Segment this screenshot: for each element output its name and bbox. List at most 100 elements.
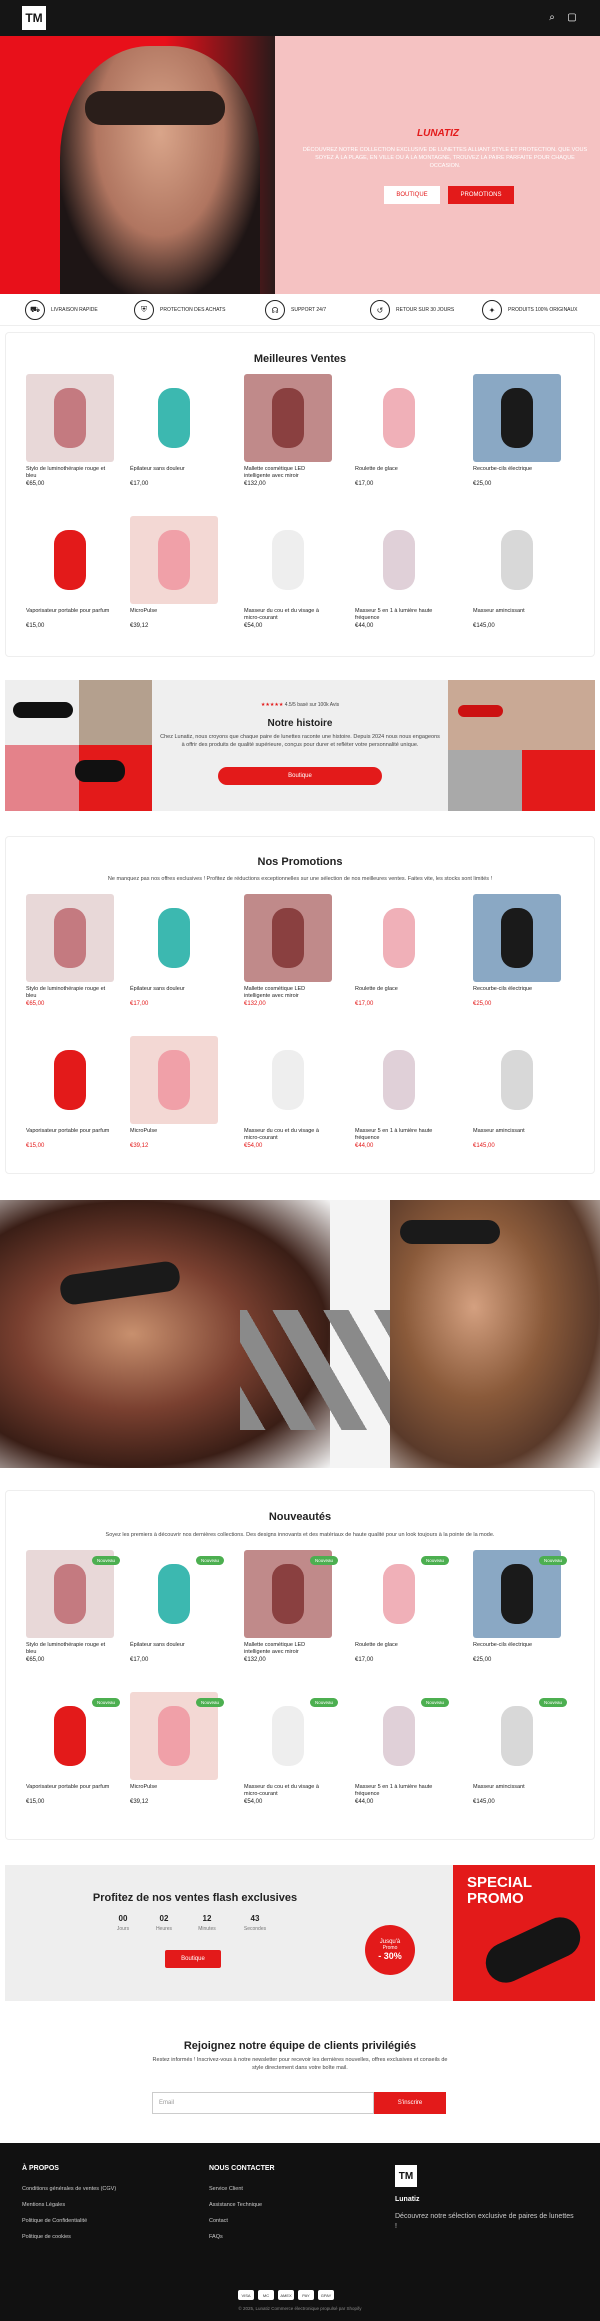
- product-image[interactable]: Nouveau: [473, 1550, 567, 1638]
- product-name[interactable]: Épilateur sans douleur: [130, 466, 218, 480]
- footer-link[interactable]: Contact: [209, 2218, 228, 2224]
- product-name[interactable]: Stylo de luminothérapie rouge et bleu: [26, 986, 114, 1000]
- product-name[interactable]: Masseur amincissant: [473, 1784, 561, 1798]
- product-image[interactable]: [244, 894, 332, 982]
- product-name[interactable]: Roulette de glace: [355, 466, 443, 480]
- product-name[interactable]: Épilateur sans douleur: [130, 1642, 218, 1656]
- product-name[interactable]: Masseur 5 en 1 à lumière haute fréquence: [355, 608, 443, 622]
- product-image[interactable]: [244, 1036, 332, 1124]
- product-card[interactable]: MicroPulse €39,12: [130, 516, 218, 629]
- product-name[interactable]: Masseur du cou et du visage à micro-cour…: [244, 1784, 332, 1798]
- cart-icon[interactable]: ▢: [566, 12, 578, 24]
- product-name[interactable]: Vaporisateur portable pour parfum: [26, 1784, 114, 1798]
- product-image[interactable]: [355, 894, 443, 982]
- product-name[interactable]: Masseur amincissant: [473, 608, 561, 622]
- product-card[interactable]: Nouveau Mallette cosmétique LED intellige…: [244, 1550, 338, 1663]
- product-name[interactable]: Roulette de glace: [355, 1642, 443, 1656]
- product-image[interactable]: [244, 374, 332, 462]
- subscribe-button[interactable]: S'inscrire: [374, 2092, 446, 2114]
- product-image[interactable]: [355, 1036, 443, 1124]
- product-name[interactable]: MicroPulse: [130, 1128, 218, 1142]
- product-name[interactable]: Masseur amincissant: [473, 1128, 561, 1142]
- product-name[interactable]: Mallette cosmétique LED intelligente ave…: [244, 1642, 332, 1656]
- product-image[interactable]: [355, 374, 443, 462]
- product-image[interactable]: [244, 516, 332, 604]
- product-name[interactable]: Vaporisateur portable pour parfum: [26, 1128, 114, 1142]
- footer-logo[interactable]: TM: [395, 2165, 417, 2187]
- product-card[interactable]: Épilateur sans douleur €17,00: [130, 374, 218, 487]
- product-name[interactable]: Masseur du cou et du visage à micro-cour…: [244, 1128, 332, 1142]
- search-icon[interactable]: ⌕: [546, 12, 558, 24]
- hero-promotions-button[interactable]: PROMOTIONS: [448, 186, 514, 204]
- footer-link[interactable]: Conditions générales de ventes (CGV): [22, 2186, 116, 2192]
- product-name[interactable]: Stylo de luminothérapie rouge et bleu: [26, 466, 114, 480]
- product-name[interactable]: Épilateur sans douleur: [130, 986, 218, 1000]
- product-image[interactable]: [473, 516, 561, 604]
- product-card[interactable]: Nouveau MicroPulse €39,12: [130, 1692, 224, 1805]
- footer-link[interactable]: Mentions Légales: [22, 2202, 65, 2208]
- product-image[interactable]: Nouveau: [26, 1550, 120, 1638]
- footer-link[interactable]: Politique de cookies: [22, 2234, 71, 2240]
- footer-link[interactable]: Service Client: [209, 2186, 243, 2192]
- product-card[interactable]: Nouveau Stylo de luminothérapie rouge et …: [26, 1550, 120, 1663]
- product-image[interactable]: Nouveau: [26, 1692, 120, 1780]
- product-card[interactable]: Recourbe-cils électrique €25,00: [473, 374, 561, 487]
- product-image[interactable]: [26, 894, 114, 982]
- product-name[interactable]: Recourbe-cils électrique: [473, 986, 561, 1000]
- product-image[interactable]: Nouveau: [130, 1692, 224, 1780]
- product-card[interactable]: Mallette cosmétique LED intelligente ave…: [244, 374, 332, 487]
- product-image[interactable]: [130, 894, 218, 982]
- product-card[interactable]: Nouveau Épilateur sans douleur €17,00: [130, 1550, 224, 1663]
- product-name[interactable]: Recourbe-cils électrique: [473, 1642, 561, 1656]
- product-image[interactable]: Nouveau: [355, 1692, 449, 1780]
- product-card[interactable]: Masseur amincissant €145,00: [473, 1036, 561, 1149]
- product-card[interactable]: Nouveau Vaporisateur portable pour parfum…: [26, 1692, 120, 1805]
- footer-link[interactable]: Politique de Confidentialité: [22, 2218, 87, 2224]
- product-card[interactable]: Masseur amincissant €145,00: [473, 516, 561, 629]
- product-card[interactable]: Nouveau Roulette de glace €17,00: [355, 1550, 449, 1663]
- product-image[interactable]: [473, 1036, 561, 1124]
- product-name[interactable]: Vaporisateur portable pour parfum: [26, 608, 114, 622]
- product-name[interactable]: Mallette cosmétique LED intelligente ave…: [244, 986, 332, 1000]
- product-image[interactable]: Nouveau: [355, 1550, 449, 1638]
- product-name[interactable]: MicroPulse: [130, 1784, 218, 1798]
- email-field[interactable]: Email: [152, 2092, 374, 2114]
- product-image[interactable]: [26, 1036, 114, 1124]
- product-card[interactable]: Masseur du cou et du visage à micro-cour…: [244, 516, 332, 629]
- product-card[interactable]: Mallette cosmétique LED intelligente ave…: [244, 894, 332, 1007]
- site-logo[interactable]: TM: [22, 6, 46, 30]
- product-image[interactable]: [473, 374, 561, 462]
- product-card[interactable]: Roulette de glace €17,00: [355, 894, 443, 1007]
- product-image[interactable]: Nouveau: [244, 1550, 338, 1638]
- product-name[interactable]: Masseur 5 en 1 à lumière haute fréquence: [355, 1128, 443, 1142]
- footer-link[interactable]: FAQs: [209, 2234, 223, 2240]
- product-name[interactable]: Mallette cosmétique LED intelligente ave…: [244, 466, 332, 480]
- product-card[interactable]: Masseur 5 en 1 à lumière haute fréquence…: [355, 1036, 443, 1149]
- product-name[interactable]: MicroPulse: [130, 608, 218, 622]
- flash-boutique-button[interactable]: Boutique: [165, 1950, 221, 1968]
- product-image[interactable]: [26, 516, 114, 604]
- product-card[interactable]: Nouveau Masseur amincissant €145,00: [473, 1692, 567, 1805]
- product-image[interactable]: [355, 516, 443, 604]
- product-card[interactable]: Stylo de luminothérapie rouge et bleu €65…: [26, 894, 114, 1007]
- product-image[interactable]: [473, 894, 561, 982]
- product-card[interactable]: Vaporisateur portable pour parfum €15,00: [26, 1036, 114, 1149]
- product-image[interactable]: Nouveau: [244, 1692, 338, 1780]
- product-card[interactable]: Roulette de glace €17,00: [355, 374, 443, 487]
- product-card[interactable]: Masseur du cou et du visage à micro-cour…: [244, 1036, 332, 1149]
- product-card[interactable]: Nouveau Masseur 5 en 1 à lumière haute fr…: [355, 1692, 449, 1805]
- product-name[interactable]: Masseur du cou et du visage à micro-cour…: [244, 608, 332, 622]
- product-image[interactable]: [130, 374, 218, 462]
- product-name[interactable]: Masseur 5 en 1 à lumière haute fréquence: [355, 1784, 443, 1798]
- product-image[interactable]: Nouveau: [130, 1550, 224, 1638]
- product-image[interactable]: [130, 516, 218, 604]
- product-card[interactable]: MicroPulse €39,12: [130, 1036, 218, 1149]
- hero-boutique-button[interactable]: BOUTIQUE: [384, 186, 440, 204]
- product-image[interactable]: Nouveau: [473, 1692, 567, 1780]
- footer-link[interactable]: Assistance Technique: [209, 2202, 262, 2208]
- product-card[interactable]: Nouveau Recourbe-cils électrique €25,00: [473, 1550, 567, 1663]
- product-card[interactable]: Stylo de luminothérapie rouge et bleu €65…: [26, 374, 114, 487]
- story-boutique-button[interactable]: Boutique: [218, 767, 382, 785]
- product-name[interactable]: Stylo de luminothérapie rouge et bleu: [26, 1642, 114, 1656]
- product-card[interactable]: Vaporisateur portable pour parfum €15,00: [26, 516, 114, 629]
